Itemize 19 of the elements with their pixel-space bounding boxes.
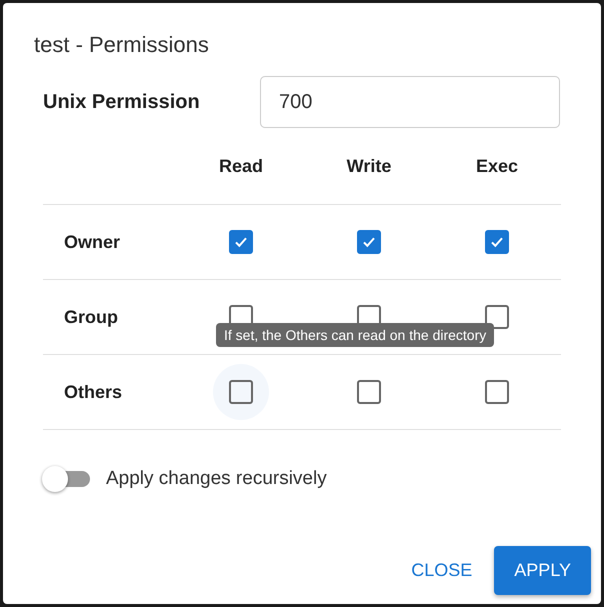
column-header: Write bbox=[346, 156, 392, 177]
checkbox[interactable] bbox=[485, 230, 509, 254]
checkbox[interactable] bbox=[357, 230, 381, 254]
checkbox[interactable] bbox=[229, 380, 253, 404]
checkbox[interactable] bbox=[357, 380, 381, 404]
column-header: Exec bbox=[476, 156, 518, 177]
row-label: Owner bbox=[63, 232, 122, 252]
checkbox[interactable] bbox=[485, 380, 509, 404]
checkbox[interactable] bbox=[229, 230, 253, 254]
close-button[interactable]: CLOSE bbox=[401, 548, 482, 593]
toggle-label: Apply changes recursively bbox=[106, 468, 327, 490]
field-label: Unix Permission bbox=[43, 90, 201, 114]
row-label: Group bbox=[63, 306, 119, 328]
row-label: Others bbox=[63, 382, 124, 402]
column-header: Read bbox=[218, 156, 263, 177]
tooltip: If set, the Others can read on the directory bbox=[216, 323, 494, 347]
input-field[interactable]: 700 bbox=[260, 76, 560, 128]
apply-button[interactable]: APPLY bbox=[494, 546, 591, 595]
dialog-title: test - Permissions bbox=[34, 31, 210, 59]
